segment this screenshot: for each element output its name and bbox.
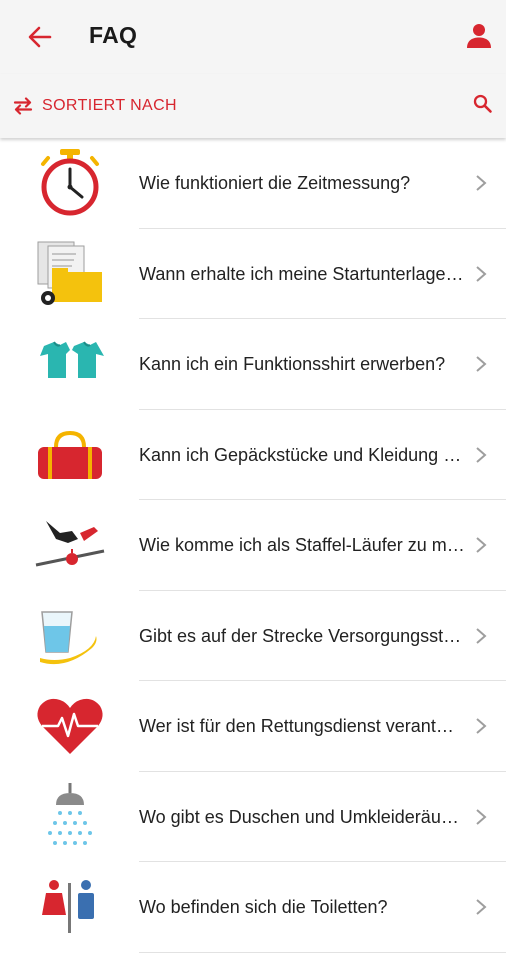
chevron-right-icon [476, 899, 487, 915]
faq-item[interactable]: Wo befinden sich die Toiletten? [0, 862, 506, 953]
heart-icon [37, 698, 103, 754]
page-title: FAQ [89, 22, 138, 48]
relay-handover-icon [35, 521, 105, 567]
faq-item[interactable]: Wer ist für den Rettungsdienst verantwor… [0, 681, 506, 772]
faq-question: Wo gibt es Duschen und Umkleideräume? [139, 806, 465, 827]
faq-question: Wer ist für den Rettungsdienst verantwor… [139, 716, 465, 736]
faq-question: Wo befinden sich die Toiletten? [139, 897, 388, 917]
sort-label: SORTIERT NACH [42, 97, 178, 114]
faq-question: Kann ich ein Funktionsshirt erwerben? [139, 354, 446, 374]
swap-arrows-icon [13, 97, 33, 115]
sort-button[interactable]: SORTIERT NACH [12, 94, 177, 118]
chevron-right-icon [476, 175, 487, 191]
shower-icon [48, 782, 92, 845]
chevron-right-icon [476, 265, 487, 282]
faq-item[interactable]: Kann ich ein Funktionsshirt erwerben? [0, 319, 506, 410]
search-icon[interactable] [472, 93, 494, 115]
chevron-right-icon [476, 537, 487, 553]
row-divider [139, 951, 506, 953]
faq-question: Gibt es auf der Strecke Versorgungsstati… [139, 625, 465, 646]
faq-question: Wie funktioniert die Zeitmessung? [139, 173, 411, 193]
chevron-right-icon [476, 627, 487, 644]
chevron-right-icon [476, 446, 487, 463]
faq-question: Kann ich Gepäckstücke und Kleidung abgeb… [139, 444, 465, 465]
shirt-icon [40, 341, 104, 378]
faq-item[interactable]: Wie komme ich als Staffel-Läufer zu mein… [0, 500, 506, 591]
chevron-right-icon [476, 356, 487, 372]
bag-icon [38, 430, 102, 479]
faq-question: Wann erhalte ich meine Startunterlagen? [139, 263, 465, 284]
app-bar: FAQ [0, 0, 506, 74]
profile-icon[interactable] [464, 21, 494, 51]
faq-item[interactable]: Wie funktioniert die Zeitmessung? [0, 138, 506, 229]
sort-bar: SORTIERT NACH [0, 74, 506, 138]
faq-list: Wie funktioniert die Zeitmessung? Wann e… [0, 138, 506, 953]
faq-item[interactable]: Kann ich Gepäckstücke und Kleidung abgeb… [0, 410, 506, 500]
refreshment-icon [40, 610, 97, 664]
start-documents-icon [37, 241, 102, 305]
chevron-right-icon [476, 808, 487, 825]
faq-item[interactable]: Wo gibt es Duschen und Umkleideräume? [0, 772, 506, 862]
stopwatch-icon [41, 149, 99, 216]
chevron-right-icon [476, 718, 487, 734]
toilet-icon [42, 880, 94, 933]
faq-item[interactable]: Gibt es auf der Strecke Versorgungsstati… [0, 591, 506, 681]
back-arrow-icon[interactable] [24, 22, 56, 52]
faq-question: Wie komme ich als Staffel-Läufer zu mein… [139, 535, 465, 555]
faq-item[interactable]: Wann erhalte ich meine Startunterlagen? [0, 229, 506, 319]
